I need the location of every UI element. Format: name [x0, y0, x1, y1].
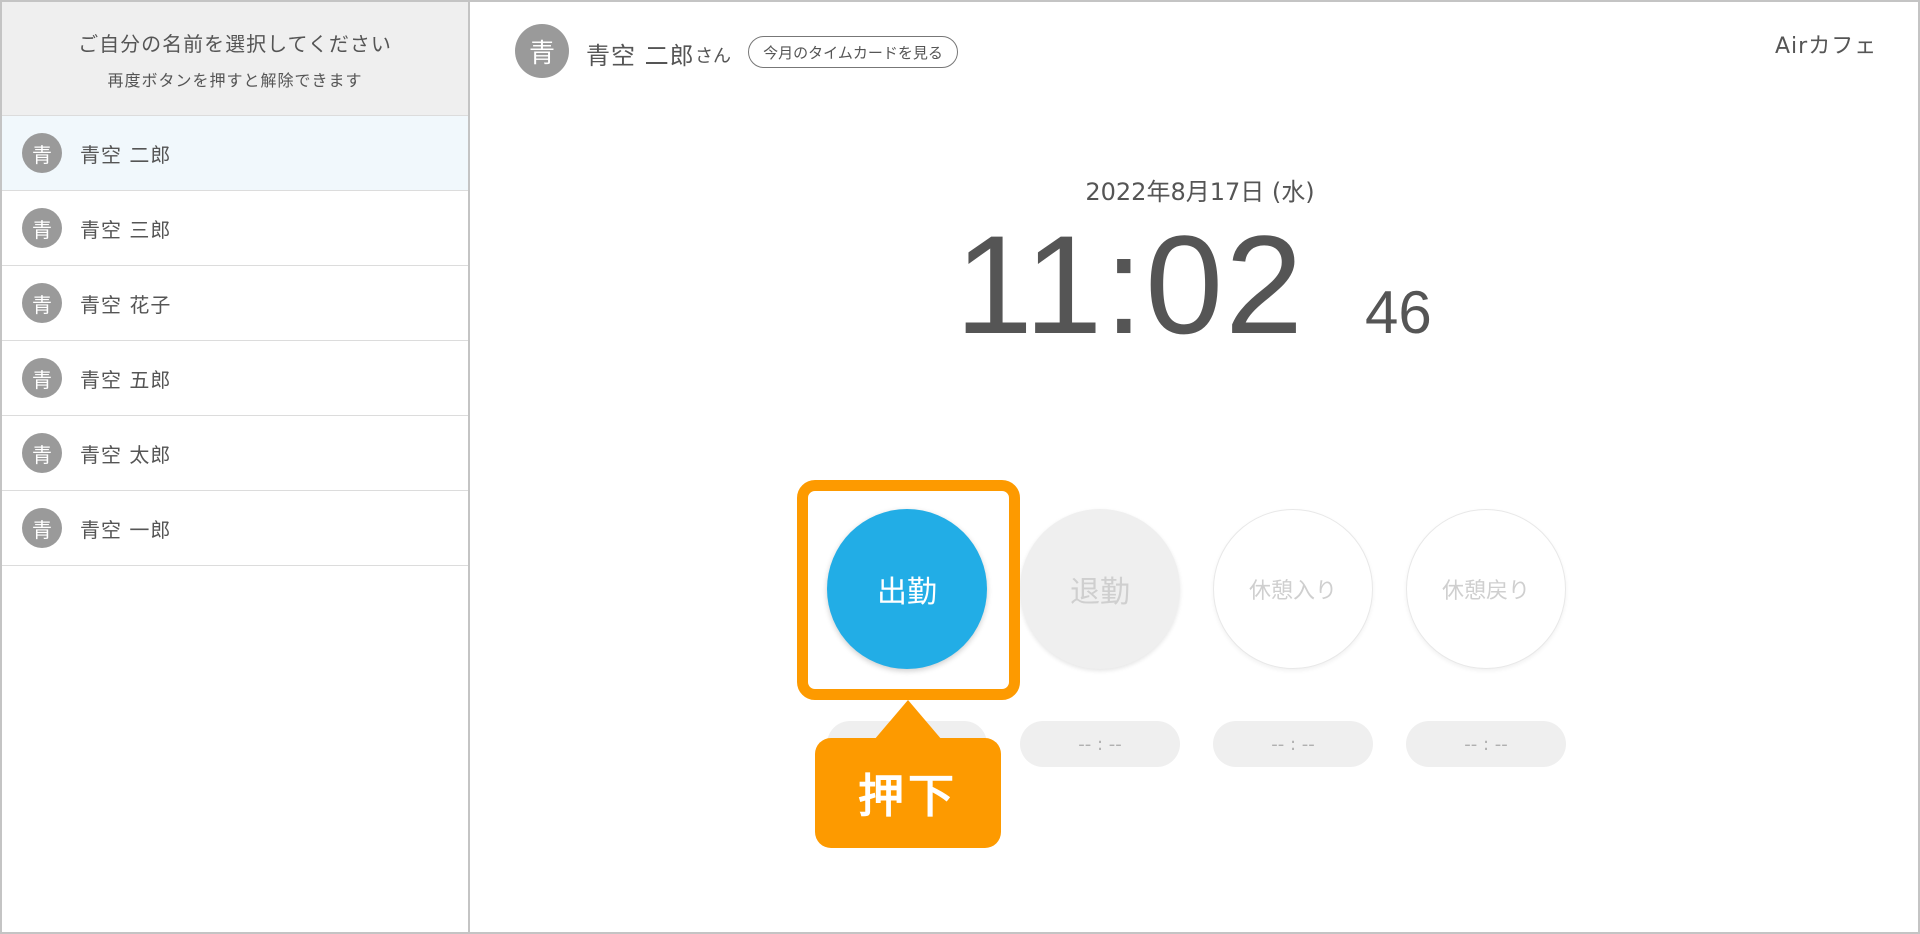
sidebar-header: ご自分の名前を選択してください 再度ボタンを押すと解除できます [2, 2, 468, 116]
store-name: Airカフェ [1775, 34, 1878, 59]
employee-name: 青空 五郎 [80, 367, 172, 392]
current-user-name: 青空 二郎 [586, 42, 695, 70]
employee-name: 青空 花子 [80, 292, 172, 317]
employee-item-goro[interactable]: 青 青空 五郎 [2, 341, 468, 416]
clock-in-button[interactable]: 出勤 [827, 509, 987, 669]
avatar: 青 [22, 358, 62, 398]
sidebar-title: ご自分の名前を選択してください [78, 32, 392, 56]
employee-name: 青空 二郎 [80, 142, 172, 167]
break-start-button[interactable]: 休憩入り [1213, 509, 1373, 669]
sidebar-subtitle: 再度ボタンを押すと解除できます [107, 71, 363, 90]
employee-item-taro[interactable]: 青 青空 太郎 [2, 416, 468, 491]
employee-item-jiro[interactable]: 青 青空 二郎 [2, 116, 468, 191]
break-end-time: -- : -- [1406, 721, 1566, 767]
employee-name: 青空 一郎 [80, 517, 172, 542]
current-seconds: 46 [1365, 279, 1432, 346]
annotation-callout: 押下 [815, 738, 1001, 848]
user-honorific: さん [695, 46, 731, 67]
employee-sidebar: ご自分の名前を選択してください 再度ボタンを押すと解除できます 青 青空 二郎 … [2, 2, 470, 932]
current-time: 11:02 [955, 206, 1305, 363]
employee-item-saburo[interactable]: 青 青空 三郎 [2, 191, 468, 266]
avatar: 青 [22, 283, 62, 323]
clock-out-button[interactable]: 退勤 [1020, 509, 1180, 669]
avatar: 青 [22, 433, 62, 473]
employee-name: 青空 三郎 [80, 217, 172, 242]
current-date: 2022年8月17日 (水) [1085, 178, 1315, 206]
clock-out-time: -- : -- [1020, 721, 1180, 767]
avatar: 青 [22, 133, 62, 173]
employee-name: 青空 太郎 [80, 442, 172, 467]
employee-item-hanako[interactable]: 青 青空 花子 [2, 266, 468, 341]
avatar: 青 [22, 508, 62, 548]
annotation-arrow [874, 700, 942, 740]
avatar: 青 [22, 208, 62, 248]
current-user-avatar: 青 [515, 24, 569, 78]
view-timecard-button[interactable]: 今月のタイムカードを見る [748, 36, 958, 68]
employee-item-ichiro[interactable]: 青 青空 一郎 [2, 491, 468, 566]
break-end-button[interactable]: 休憩戻り [1406, 509, 1566, 669]
break-start-time: -- : -- [1213, 721, 1373, 767]
